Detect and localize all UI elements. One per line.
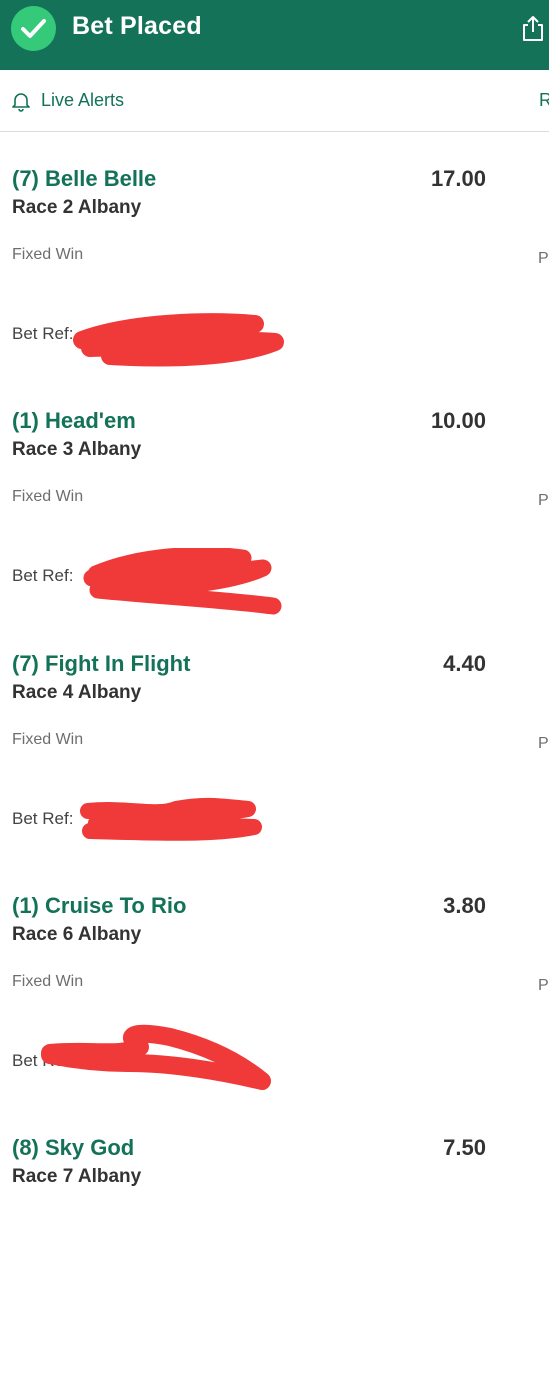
page-title: Bet Placed <box>72 12 202 40</box>
edge-partial-label: P <box>538 250 549 267</box>
selection-name: (7) Fight In Flight <box>12 651 191 676</box>
race-name: Race 3 Albany <box>12 439 142 460</box>
header-bar: Bet Placed <box>0 0 549 70</box>
race-name: Race 2 Albany <box>12 197 142 218</box>
bet-card: (7) Belle Belle 17.00 Race 2 Albany Fixe… <box>0 166 549 408</box>
redaction-mark <box>83 548 282 615</box>
edge-partial-label: P <box>538 977 549 994</box>
check-circle-icon <box>11 6 56 51</box>
bet-type: Fixed Win <box>12 973 84 990</box>
bet-ref-label: Bet Ref: <box>12 566 74 585</box>
bet-type: Fixed Win <box>12 246 84 263</box>
odds-value: 10.00 <box>430 408 486 433</box>
bell-icon[interactable] <box>10 90 32 112</box>
alerts-right-partial-label[interactable]: R <box>539 90 549 111</box>
bet-ref-label: Bet Ref: <box>12 809 74 828</box>
selection-name: (8) Sky God <box>12 1135 135 1160</box>
live-alerts-bar: Live Alerts R <box>0 70 549 132</box>
odds-value: 3.80 <box>443 893 486 918</box>
edge-partial-label: P <box>538 735 549 752</box>
edge-partial-label: P <box>538 492 549 509</box>
selection-name: (7) Belle Belle <box>12 166 157 191</box>
odds-value: 7.50 <box>443 1135 486 1160</box>
race-name: Race 4 Albany <box>12 682 142 703</box>
live-alerts-link[interactable]: Live Alerts <box>41 90 124 111</box>
bet-type: Fixed Win <box>12 731 84 748</box>
bet-card: (8) Sky God 7.50 Race 7 Albany <box>0 1135 549 1377</box>
selection-name: (1) Cruise To Rio <box>12 893 187 918</box>
share-icon[interactable] <box>520 14 546 42</box>
race-name: Race 7 Albany <box>12 1166 142 1187</box>
race-name: Race 6 Albany <box>12 924 142 945</box>
bet-card: (7) Fight In Flight 4.40 Race 4 Albany F… <box>0 651 549 893</box>
bet-card: (1) Cruise To Rio 3.80 Race 6 Albany Fix… <box>0 893 549 1135</box>
redaction-mark <box>80 797 262 841</box>
bet-ref-label: Bet Ref: <box>12 1051 74 1070</box>
odds-value: 17.00 <box>430 166 486 191</box>
bet-ref-label: Bet Ref: <box>12 324 74 343</box>
selection-name: (1) Head'em <box>12 408 136 433</box>
odds-value: 4.40 <box>443 651 486 676</box>
bet-card: (1) Head'em 10.00 Race 3 Albany Fixed Wi… <box>0 408 549 650</box>
bet-type: Fixed Win <box>12 488 84 505</box>
redaction-mark <box>73 313 284 367</box>
